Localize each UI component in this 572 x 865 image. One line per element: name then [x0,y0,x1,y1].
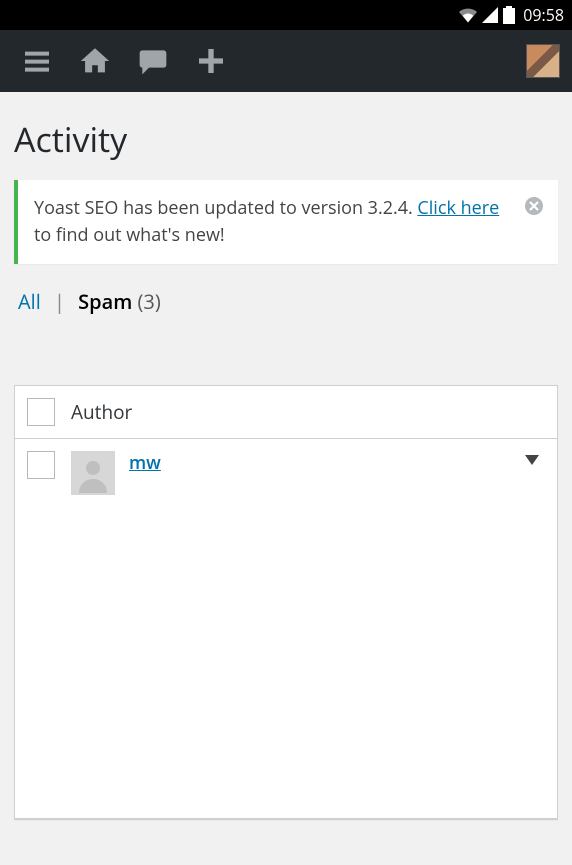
chevron-down-icon [525,455,539,465]
wifi-icon [459,7,477,23]
filter-tabs: All | Spam (3) [0,264,572,335]
update-notice: Yoast SEO has been updated to version 3.… [14,180,558,264]
dismiss-button[interactable] [522,194,546,218]
person-icon [73,453,113,493]
plus-icon [195,45,227,77]
column-author[interactable]: Author [71,399,132,425]
admin-bar [0,30,572,92]
author-link[interactable]: mw [129,451,161,475]
filter-all[interactable]: All [18,288,41,315]
close-icon [524,196,544,216]
filter-spam[interactable]: Spam (3) [78,288,161,315]
status-bar: 09:58 [0,0,572,30]
hamburger-icon [21,45,53,77]
home-icon [78,44,112,78]
filter-spam-label: Spam [78,288,132,315]
comment-icon [137,45,169,77]
row-checkbox[interactable] [27,451,55,479]
battery-icon [503,6,515,24]
status-time: 09:58 [523,4,564,26]
user-avatar[interactable] [526,44,560,78]
signal-icon [481,7,499,23]
activity-table: Author mw [14,385,558,820]
table-header: Author [15,386,557,439]
notice-link[interactable]: Click here [417,196,499,220]
table-row[interactable]: mw [15,439,557,819]
page-title: Activity [0,92,572,180]
notice-text-after: to find out what's new! [34,223,225,247]
menu-button[interactable] [12,36,62,86]
comments-button[interactable] [128,36,178,86]
notice-text-before: Yoast SEO has been updated to version 3.… [34,196,417,220]
home-button[interactable] [70,36,120,86]
filter-spam-count: (3) [138,288,161,315]
filter-separator: | [54,288,65,315]
select-all-checkbox[interactable] [27,398,55,426]
add-button[interactable] [186,36,236,86]
row-expand-toggle[interactable] [525,451,545,470]
author-avatar [71,451,115,495]
